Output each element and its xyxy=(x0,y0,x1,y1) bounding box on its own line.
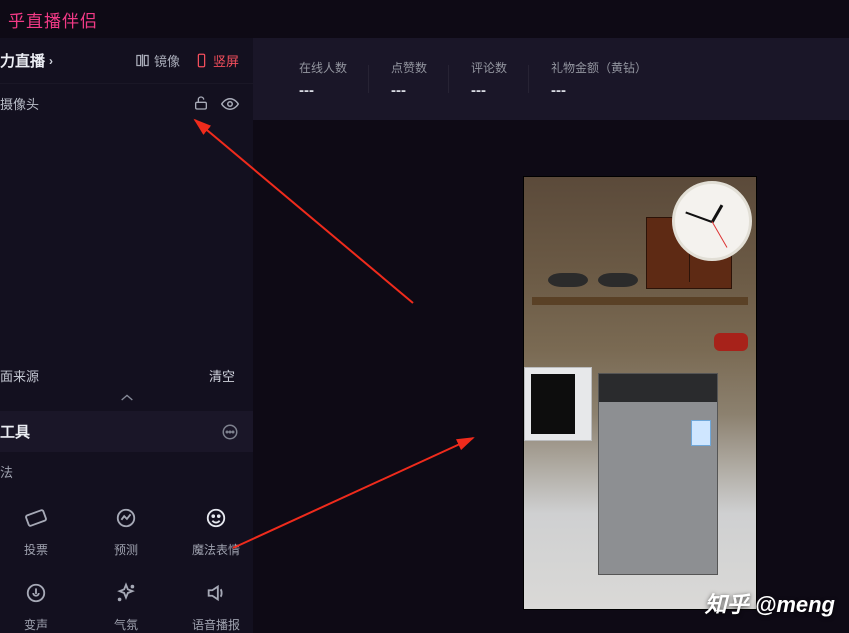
tool-label: 语音播报 xyxy=(192,616,240,633)
stat-value: --- xyxy=(551,82,647,99)
live-section-header: 力直播 › 镜像 竖屏 xyxy=(0,38,253,84)
mic-icon xyxy=(25,582,47,604)
source-row: 面来源 清空 xyxy=(0,356,253,393)
chevron-right-icon: › xyxy=(49,54,53,68)
vertical-screen-icon xyxy=(194,53,209,68)
vertical-screen-button[interactable]: 竖屏 xyxy=(194,51,239,70)
stat-value: --- xyxy=(391,82,427,99)
smile-icon xyxy=(205,507,227,529)
annotation-arrow-2 xyxy=(223,358,483,558)
tools-title: 工具 xyxy=(0,421,30,442)
mirror-icon xyxy=(135,53,150,68)
tool-magic-emoji[interactable]: 魔法表情 xyxy=(180,501,252,558)
tool-label: 变声 xyxy=(24,616,48,633)
stat-label: 在线人数 xyxy=(299,59,347,76)
play-label: 法 xyxy=(0,465,13,480)
content-area: 在线人数 --- 点赞数 --- 评论数 --- 礼物金额（黄钻） --- xyxy=(253,38,849,633)
tool-label: 气氛 xyxy=(114,616,138,633)
live-title-text: 力直播 xyxy=(0,50,45,71)
tool-atmosphere[interactable]: 气氛 xyxy=(90,576,162,633)
stat-label: 点赞数 xyxy=(391,59,427,76)
mirror-button[interactable]: 镜像 xyxy=(135,51,180,70)
stat-value: --- xyxy=(471,82,507,99)
sparkle-icon xyxy=(115,582,137,604)
tool-voice-change[interactable]: 变声 xyxy=(0,576,72,633)
stat-online: 在线人数 --- xyxy=(277,59,369,99)
tool-label: 魔法表情 xyxy=(192,541,240,558)
speaker-icon xyxy=(205,582,227,604)
clock-overlay xyxy=(672,181,752,261)
tool-predict[interactable]: 预测 xyxy=(90,501,162,558)
sidebar: 力直播 › 镜像 竖屏 摄像头 面来源 xyxy=(0,38,253,633)
stat-label: 礼物金额（黄钻） xyxy=(551,59,647,76)
play-tab[interactable]: 法 xyxy=(0,452,253,491)
camera-preview[interactable] xyxy=(523,176,757,610)
stat-value: --- xyxy=(299,82,347,99)
unlock-icon[interactable] xyxy=(193,95,209,111)
vertical-label: 竖屏 xyxy=(213,51,239,70)
tool-grid: 投票 预测 魔法表情 变声 气氛 语音播报 xyxy=(0,491,253,633)
stat-label: 评论数 xyxy=(471,59,507,76)
trend-icon xyxy=(115,507,137,529)
clear-button[interactable]: 清空 xyxy=(209,366,235,385)
tool-vote[interactable]: 投票 xyxy=(0,501,72,558)
stat-comments: 评论数 --- xyxy=(449,59,529,99)
stats-bar: 在线人数 --- 点赞数 --- 评论数 --- 礼物金额（黄钻） --- xyxy=(253,38,849,120)
tool-voice-broadcast[interactable]: 语音播报 xyxy=(180,576,252,633)
title-bar: 乎直播伴侣 xyxy=(0,0,849,38)
ticket-icon xyxy=(25,507,47,529)
collapse-arrow[interactable] xyxy=(0,393,253,411)
eye-icon[interactable] xyxy=(221,95,239,113)
stat-gifts: 礼物金额（黄钻） --- xyxy=(529,59,669,99)
app-title: 乎直播伴侣 xyxy=(8,7,98,32)
chevron-up-icon xyxy=(119,393,135,403)
tool-label: 预测 xyxy=(114,541,138,558)
camera-row[interactable]: 摄像头 xyxy=(0,84,253,123)
source-label: 面来源 xyxy=(0,366,39,385)
stat-likes: 点赞数 --- xyxy=(369,59,449,99)
mirror-label: 镜像 xyxy=(154,51,180,70)
watermark: 知乎 @meng xyxy=(705,587,835,619)
live-section-title[interactable]: 力直播 › xyxy=(0,50,53,71)
more-icon[interactable] xyxy=(221,423,239,441)
camera-label: 摄像头 xyxy=(0,94,39,113)
tool-label: 投票 xyxy=(24,541,48,558)
tools-header: 工具 xyxy=(0,411,253,452)
